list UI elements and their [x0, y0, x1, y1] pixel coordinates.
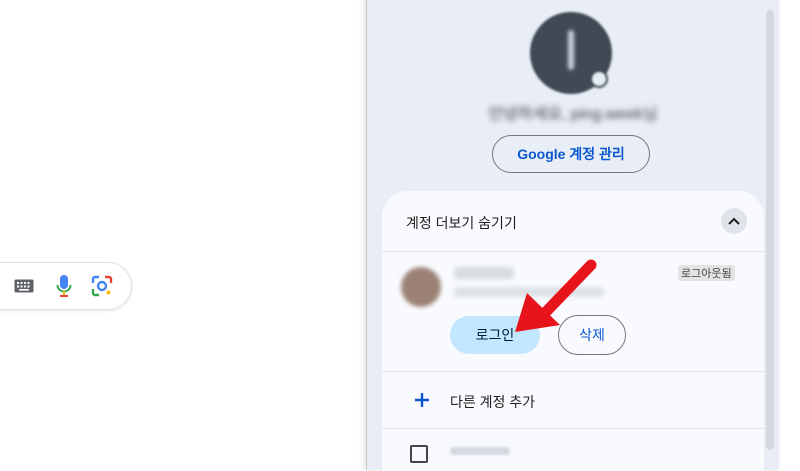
hide-more-accounts-label: 계정 더보기 숨기기 [406, 215, 517, 231]
add-account-row[interactable]: 다른 계정 추가 [382, 373, 764, 427]
camera-badge-icon[interactable] [590, 70, 608, 88]
manage-account-button[interactable]: Google 계정 관리 [492, 135, 650, 173]
logout-icon [410, 445, 428, 463]
account-greeting: 안녕하세요, ping.week님 [488, 106, 658, 123]
search-box[interactable] [0, 262, 132, 310]
chevron-up-icon[interactable] [721, 208, 747, 234]
hide-more-accounts-row[interactable]: 계정 더보기 숨기기 [382, 191, 764, 251]
signed-out-badge: 로그아웃됨 [678, 265, 735, 281]
scrollbar[interactable] [766, 10, 774, 450]
plus-icon [412, 390, 432, 410]
next-row-label-blurred [450, 447, 510, 455]
red-arrow-annotation [515, 259, 597, 332]
microphone-icon[interactable] [53, 275, 75, 297]
divider [382, 371, 764, 372]
account-avatar [401, 267, 441, 307]
divider [382, 251, 764, 252]
add-account-label: 다른 계정 추가 [450, 394, 536, 410]
profile-avatar[interactable] [530, 12, 612, 94]
avatar-glyph [568, 30, 574, 70]
google-lens-icon[interactable] [91, 275, 113, 297]
keyboard-icon[interactable] [13, 275, 35, 297]
next-row[interactable] [382, 431, 764, 471]
divider [382, 428, 764, 429]
